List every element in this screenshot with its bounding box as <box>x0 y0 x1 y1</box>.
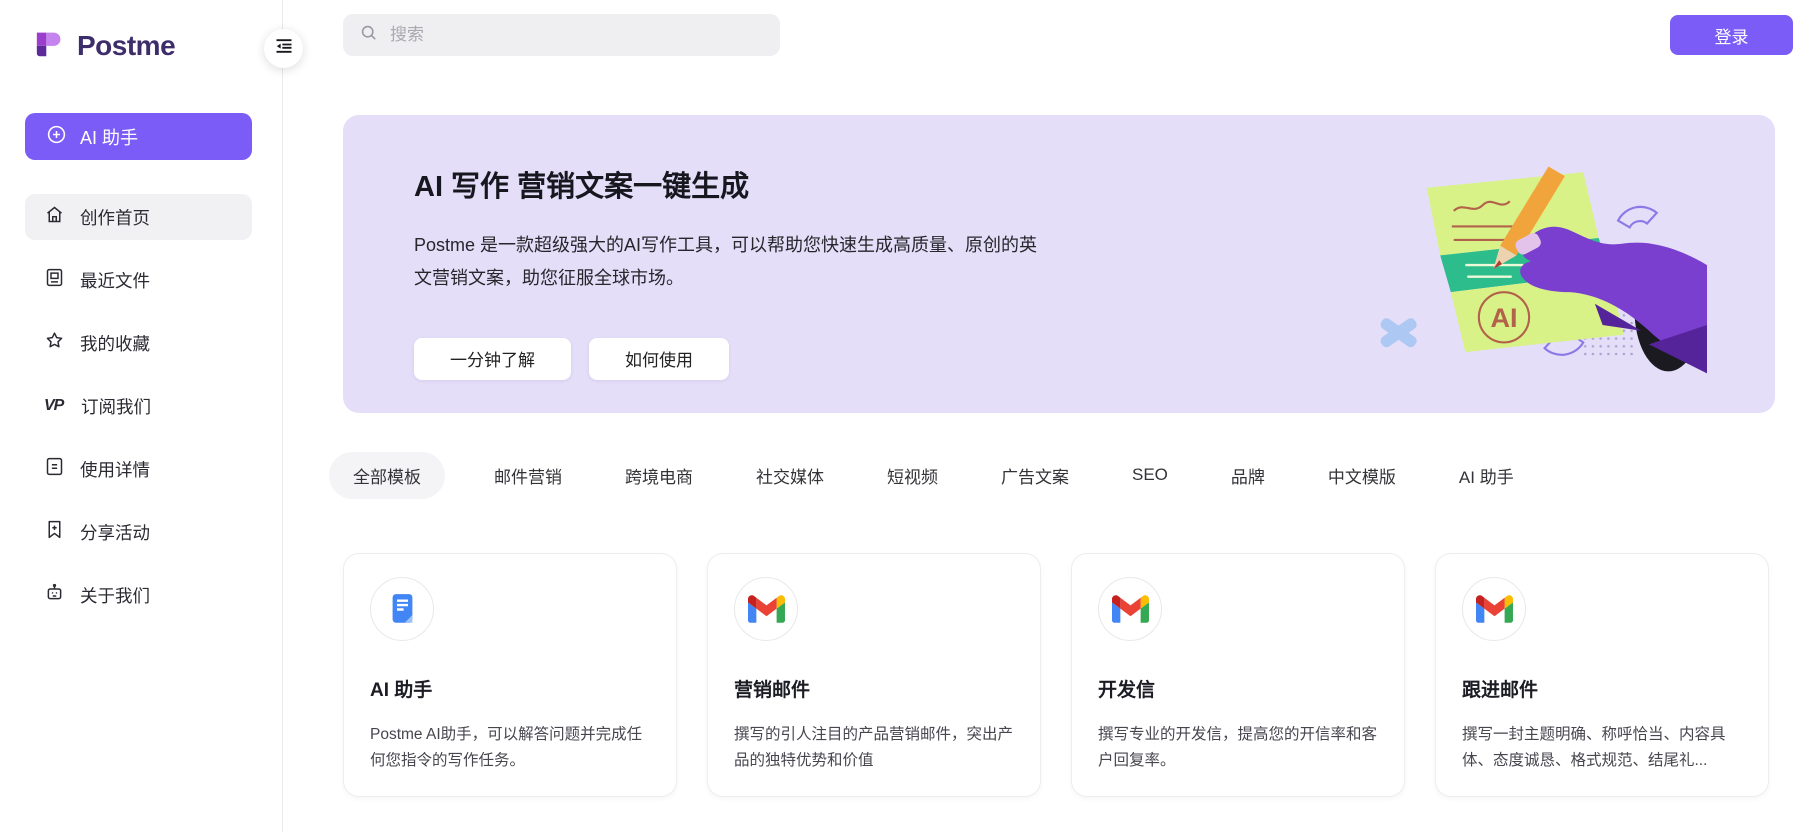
template-cards: AI 助手 Postme AI助手，可以解答问题并完成任何您指令的写作任务。 营… <box>343 553 1809 797</box>
sidebar-nav: AI 助手 创作首页 最近文件 <box>0 113 282 618</box>
postme-logo-icon <box>34 26 68 65</box>
card-description: 撰写专业的开发信，提高您的开信率和客户回复率。 <box>1098 722 1380 773</box>
collapse-sidebar-icon <box>274 36 294 61</box>
gmail-icon <box>734 577 798 641</box>
sidebar-item-label: 创作首页 <box>80 205 150 230</box>
sidebar-item-label: 订阅我们 <box>81 394 151 419</box>
tab-ad-copy[interactable]: 广告文案 <box>987 463 1083 488</box>
gmail-icon <box>1098 577 1162 641</box>
card-marketing-email[interactable]: 营销邮件 撰写的引人注目的产品营销邮件，突出产品的独特优势和价值 <box>707 553 1041 797</box>
tab-social-media[interactable]: 社交媒体 <box>742 463 838 488</box>
recent-file-icon <box>44 267 65 293</box>
hero-title: AI 写作 营销文案一键生成 <box>414 163 1775 205</box>
template-category-tabs: 全部模板 邮件营销 跨境电商 社交媒体 短视频 广告文案 SEO 品牌 中文模版… <box>329 453 1809 497</box>
tab-cross-border-ecommerce[interactable]: 跨境电商 <box>611 463 707 488</box>
gmail-icon <box>1462 577 1526 641</box>
sidebar-item-home[interactable]: 创作首页 <box>25 194 252 240</box>
tab-seo[interactable]: SEO <box>1118 465 1182 485</box>
hero-banner: AI 写作 营销文案一键生成 Postme 是一款超级强大的AI写作工具，可以帮… <box>343 115 1775 413</box>
sidebar-item-favorites[interactable]: 我的收藏 <box>25 320 252 366</box>
home-icon <box>44 204 65 230</box>
sidebar-item-about-us[interactable]: 关于我们 <box>25 572 252 618</box>
hero-actions: 一分钟了解 如何使用 <box>414 338 1775 380</box>
learn-in-one-minute-button[interactable]: 一分钟了解 <box>414 338 571 380</box>
robot-icon <box>44 582 65 608</box>
login-button[interactable]: 登录 <box>1670 15 1793 55</box>
how-to-use-button[interactable]: 如何使用 <box>589 338 729 380</box>
sidebar-menu: 创作首页 最近文件 我的收藏 VP 订阅 <box>0 194 282 618</box>
card-ai-assistant[interactable]: AI 助手 Postme AI助手，可以解答问题并完成任何您指令的写作任务。 <box>343 553 677 797</box>
google-docs-icon <box>370 577 434 641</box>
tab-chinese-templates[interactable]: 中文模版 <box>1314 463 1410 488</box>
sidebar-item-label: 关于我们 <box>80 583 150 608</box>
star-icon <box>44 330 65 356</box>
sidebar-item-label: 使用详情 <box>80 457 150 482</box>
hero-description: Postme 是一款超级强大的AI写作工具，可以帮助您快速生成高质量、原创的英文… <box>414 229 1039 296</box>
main-content: 登录 AI 写作 营销文案一键生成 Postme 是一款超级强大的AI写作工具，… <box>284 0 1809 832</box>
sidebar-item-share-events[interactable]: 分享活动 <box>25 509 252 555</box>
card-title: 开发信 <box>1098 675 1378 702</box>
card-description: Postme AI助手，可以解答问题并完成任何您指令的写作任务。 <box>370 722 652 773</box>
sidebar-item-label: 分享活动 <box>80 520 150 545</box>
card-title: AI 助手 <box>370 675 650 702</box>
sidebar-item-label: 最近文件 <box>80 268 150 293</box>
usage-detail-icon <box>44 456 65 482</box>
brand-logo[interactable]: Postme <box>0 0 282 65</box>
sidebar: Postme AI 助手 创作首页 <box>0 0 283 832</box>
card-description: 撰写的引人注目的产品营销邮件，突出产品的独特优势和价值 <box>734 722 1016 773</box>
hero-content: AI 写作 营销文案一键生成 Postme 是一款超级强大的AI写作工具，可以帮… <box>343 115 1775 380</box>
card-title: 跟进邮件 <box>1462 675 1742 702</box>
bookmark-plus-icon <box>44 519 65 545</box>
ai-assistant-button[interactable]: AI 助手 <box>25 113 252 160</box>
search-icon <box>359 23 378 47</box>
ai-assistant-label: AI 助手 <box>80 124 138 150</box>
collapse-sidebar-button[interactable] <box>264 29 303 68</box>
card-description: 撰写一封主题明确、称呼恰当、内容具体、态度诚恳、格式规范、结尾礼... <box>1462 722 1744 773</box>
sidebar-item-label: 我的收藏 <box>80 331 150 356</box>
sidebar-item-usage-details[interactable]: 使用详情 <box>25 446 252 492</box>
tab-short-video[interactable]: 短视频 <box>873 463 952 488</box>
card-cold-outreach-email[interactable]: 开发信 撰写专业的开发信，提高您的开信率和客户回复率。 <box>1071 553 1405 797</box>
tab-email-marketing[interactable]: 邮件营销 <box>480 463 576 488</box>
tab-brand[interactable]: 品牌 <box>1217 463 1279 488</box>
tab-ai-assistant[interactable]: AI 助手 <box>1445 463 1528 488</box>
vip-icon: VP <box>44 397 66 415</box>
sidebar-item-subscribe[interactable]: VP 订阅我们 <box>25 383 252 429</box>
plus-circle-icon <box>46 124 67 150</box>
card-title: 营销邮件 <box>734 675 1014 702</box>
topbar: 登录 <box>284 0 1809 70</box>
search-box[interactable] <box>343 14 780 56</box>
tab-all-templates[interactable]: 全部模板 <box>329 452 445 499</box>
sidebar-item-recent-files[interactable]: 最近文件 <box>25 257 252 303</box>
brand-name: Postme <box>77 30 175 62</box>
card-follow-up-email[interactable]: 跟进邮件 撰写一封主题明确、称呼恰当、内容具体、态度诚恳、格式规范、结尾礼... <box>1435 553 1769 797</box>
search-input[interactable] <box>390 25 750 45</box>
